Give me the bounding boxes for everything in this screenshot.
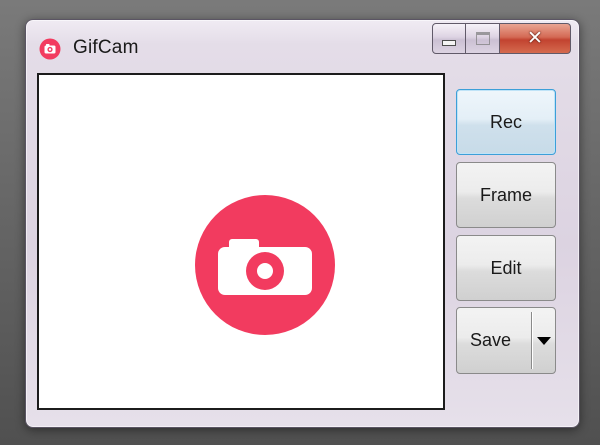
title-bar[interactable]: GifCam ✕ — [26, 20, 579, 70]
maximize-button[interactable] — [466, 23, 500, 54]
close-button[interactable]: ✕ — [500, 23, 571, 54]
dropdown-arrow-icon — [537, 336, 551, 345]
desktop-background: GifCam ✕ Rec Frame Edit Save — [0, 0, 600, 445]
caption-buttons: ✕ — [432, 23, 571, 54]
frame-button[interactable]: Frame — [456, 162, 556, 228]
maximize-icon — [475, 32, 490, 45]
gifcam-window: GifCam ✕ Rec Frame Edit Save — [25, 19, 580, 428]
minimize-button[interactable] — [432, 23, 466, 54]
camera-icon — [195, 195, 335, 335]
close-icon: ✕ — [527, 28, 543, 49]
rec-button-label: Rec — [489, 111, 522, 132]
save-button-label: Save — [470, 330, 512, 350]
edit-button-label: Edit — [490, 257, 522, 278]
window-title: GifCam — [73, 37, 139, 58]
edit-button[interactable]: Edit — [456, 235, 556, 301]
save-dropdown-button[interactable] — [533, 308, 555, 373]
gifcam-logo-icon — [39, 38, 61, 60]
save-split-divider — [531, 312, 532, 369]
capture-frame[interactable] — [37, 73, 445, 410]
rec-button[interactable]: Rec — [456, 89, 556, 155]
frame-button-label: Frame — [479, 184, 532, 205]
minimize-icon — [442, 40, 456, 46]
save-split-button[interactable]: Save — [456, 307, 556, 374]
